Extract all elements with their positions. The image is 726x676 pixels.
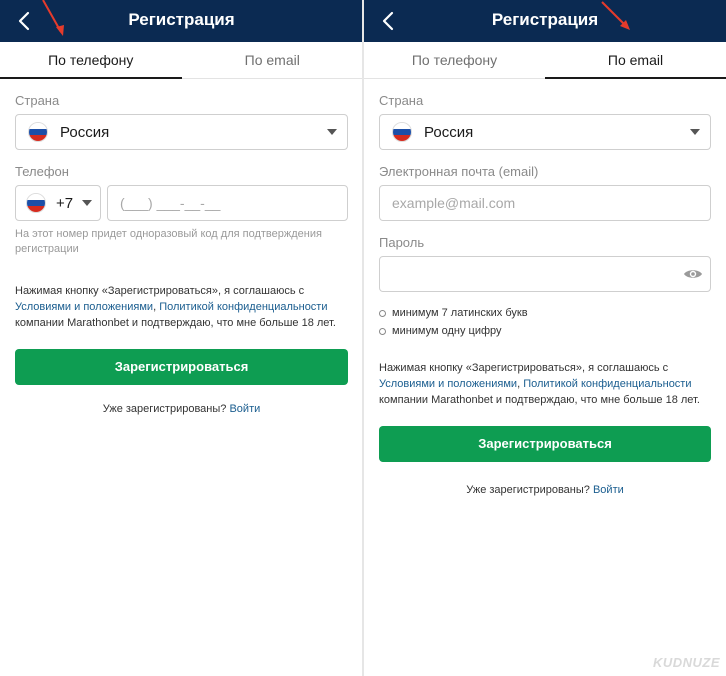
login-question: Уже зарегистрированы?: [466, 484, 590, 496]
terms-text-suffix: компании Marathonbet и подтверждаю, что …: [379, 394, 700, 406]
country-label: Страна: [379, 93, 424, 108]
tab-by-phone[interactable]: По телефону: [0, 42, 182, 79]
phone-input[interactable]: [107, 185, 348, 221]
watermark-text: KUDNUZE: [652, 655, 720, 670]
email-registration-screen: Регистрация По телефону По email Страна …: [364, 0, 726, 676]
password-label: Пароль: [379, 235, 425, 250]
rule-text: минимум 7 латинских букв: [392, 307, 528, 319]
terms-agreement: Нажимая кнопку «Зарегистрироваться», я с…: [379, 360, 711, 408]
phone-hint: На этот номер придет одноразовый код для…: [15, 228, 322, 255]
login-link[interactable]: Войти: [229, 403, 260, 415]
country-value: Россия: [60, 123, 110, 141]
country-value: Россия: [424, 123, 474, 141]
password-field: [379, 256, 711, 292]
country-label: Страна: [15, 93, 60, 108]
phone-form: Страна Россия Телефон +7 На этот номер п…: [0, 93, 363, 415]
page-title: Регистрация: [128, 10, 235, 29]
registration-tabs: По телефону По email: [0, 42, 363, 79]
login-prompt: Уже зарегистрированы? Войти: [379, 484, 711, 496]
country-select[interactable]: Россия: [379, 114, 711, 150]
eye-icon[interactable]: [683, 267, 703, 281]
privacy-policy-link[interactable]: Политикой конфиденциальности: [159, 301, 327, 313]
header-bar: Регистрация: [364, 0, 726, 42]
bullet-circle-icon: [379, 309, 386, 317]
rule-text: минимум одну цифру: [392, 325, 502, 337]
registration-tabs: По телефону По email: [364, 42, 726, 79]
phone-registration-screen: Регистрация По телефону По email Страна …: [0, 0, 363, 676]
phone-row: +7: [15, 185, 348, 221]
russia-flag-icon: [28, 122, 48, 142]
triangle-down-icon: [82, 200, 92, 206]
terms-agreement: Нажимая кнопку «Зарегистрироваться», я с…: [15, 283, 348, 331]
tab-by-email[interactable]: По email: [182, 42, 364, 78]
terms-comma: ,: [153, 301, 157, 313]
login-question: Уже зарегистрированы?: [102, 403, 227, 415]
email-label: Электронная почта (email): [379, 164, 539, 179]
phone-code-value: +7: [56, 194, 74, 212]
terms-text-prefix: Нажимая кнопку «Зарегистрироваться», я с…: [15, 285, 305, 297]
terms-text-prefix: Нажимая кнопку «Зарегистрироваться», я с…: [379, 362, 669, 374]
tab-by-phone[interactable]: По телефону: [364, 42, 545, 78]
password-rule: минимум 7 латинских букв: [379, 304, 711, 322]
register-button[interactable]: Зарегистрироваться: [379, 426, 711, 462]
page-title: Регистрация: [491, 10, 599, 29]
password-rule: минимум одну цифру: [379, 322, 711, 340]
russia-flag-icon: [26, 193, 46, 213]
triangle-down-icon: [327, 129, 337, 135]
tab-by-email[interactable]: По email: [545, 42, 726, 79]
terms-comma: ,: [517, 378, 521, 390]
terms-text-suffix: компании Marathonbet и подтверждаю, что …: [15, 317, 336, 329]
password-rules: минимум 7 латинских букв минимум одну ци…: [379, 304, 711, 340]
privacy-policy-link[interactable]: Политикой конфиденциальности: [523, 378, 691, 390]
phone-code-select[interactable]: +7: [15, 185, 101, 221]
russia-flag-icon: [392, 122, 412, 142]
email-input[interactable]: [379, 185, 711, 221]
bullet-circle-icon: [379, 327, 386, 335]
login-link[interactable]: Войти: [593, 484, 624, 496]
header-bar: Регистрация: [0, 0, 363, 42]
password-input[interactable]: [379, 256, 711, 292]
terms-link[interactable]: Условиями и положениями: [15, 301, 153, 313]
email-form: Страна Россия Электронная почта (email) …: [364, 93, 726, 496]
terms-link[interactable]: Условиями и положениями: [379, 378, 517, 390]
register-button[interactable]: Зарегистрироваться: [15, 349, 348, 385]
triangle-down-icon: [690, 129, 700, 135]
watermark-logo: KUDNUZE: [653, 655, 720, 670]
country-select[interactable]: Россия: [15, 114, 348, 150]
login-prompt: Уже зарегистрированы? Войти: [15, 403, 348, 415]
phone-label: Телефон: [15, 164, 69, 179]
